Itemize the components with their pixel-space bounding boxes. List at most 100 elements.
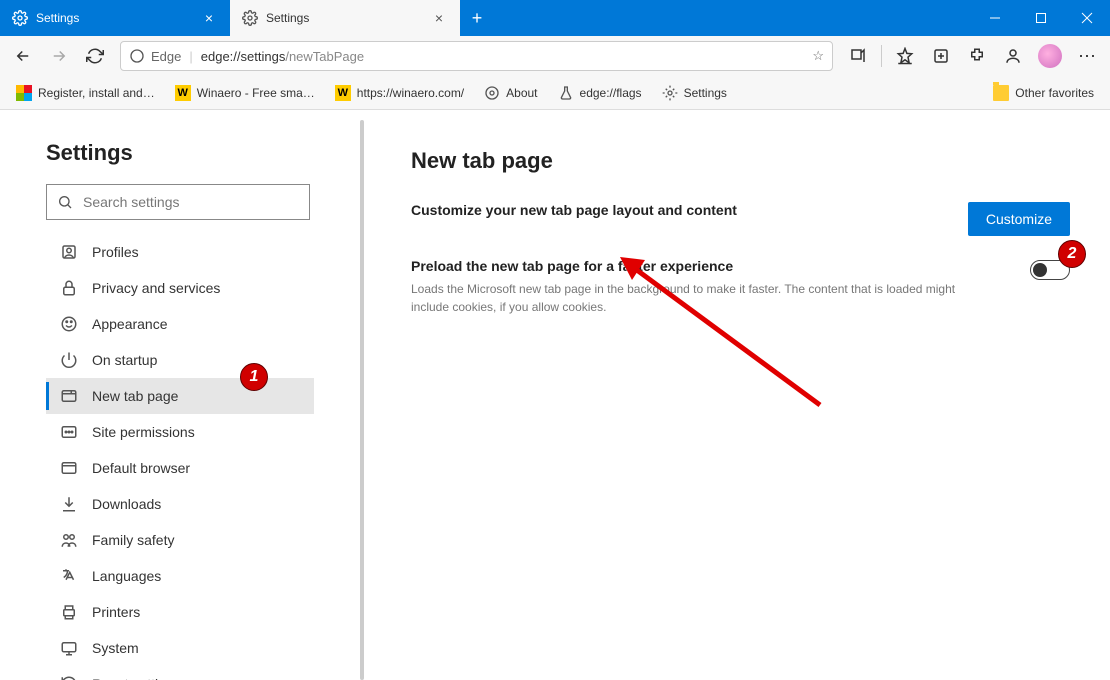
bookmark-label: Settings [684,86,727,100]
refresh-button[interactable] [78,40,112,72]
customize-title: Customize your new tab page layout and c… [411,202,948,218]
browser-icon [60,459,78,477]
nav-label: Languages [92,568,161,584]
family-icon [60,531,78,549]
url-text: edge://settings/newTabPage [201,49,364,64]
gear-icon [662,85,678,101]
flask-icon [558,85,574,101]
nav-appearance[interactable]: Appearance [46,306,314,342]
window-controls [972,0,1110,36]
bookmark-label: Winaero - Free sma… [197,86,315,100]
annotation-badge-1: 1 [240,363,268,391]
reset-icon [60,675,78,680]
address-bar[interactable]: Edge | edge://settings/newTabPage ☆ [120,41,833,71]
bookmark-label: Register, install and… [38,86,155,100]
settings-nav: Profiles Privacy and services Appearance… [46,234,314,680]
bookmark-label: https://winaero.com/ [357,86,464,100]
nav-label: Appearance [92,316,168,332]
browser-tab-active[interactable]: Settings × [230,0,460,36]
bookmark-item[interactable]: Register, install and… [8,81,163,105]
tab-title: Settings [266,11,309,25]
search-settings-input[interactable]: Search settings [46,184,310,220]
new-tab-button[interactable]: + [460,0,494,36]
gear-icon [242,10,258,26]
lock-icon [60,279,78,297]
annotation-arrow [610,245,830,415]
nav-startup[interactable]: On startup [46,342,314,378]
maximize-button[interactable] [1018,0,1064,36]
annotation-badge-2: 2 [1058,240,1086,268]
nav-profiles[interactable]: Profiles [46,234,314,270]
favorite-star-button[interactable]: ☆ [812,48,824,64]
nav-downloads[interactable]: Downloads [46,486,314,522]
bookmark-item[interactable]: edge://flags [550,81,650,105]
search-icon [57,194,73,210]
site-icon: W [335,85,351,101]
power-icon [60,351,78,369]
nav-reset-settings[interactable]: Reset settings [46,666,314,680]
collections-button[interactable] [924,40,958,72]
nav-label: Privacy and services [92,280,220,296]
folder-icon [993,85,1009,101]
bookmark-item[interactable]: Whttps://winaero.com/ [327,81,472,105]
browser-tab-inactive[interactable]: Settings × [0,0,230,36]
customize-button[interactable]: Customize [968,202,1070,236]
gear-icon [12,10,28,26]
permissions-icon [60,423,78,441]
nav-label: Printers [92,604,140,620]
site-icon [16,85,32,101]
nav-label: Downloads [92,496,161,512]
title-bar: Settings × Settings × + [0,0,1110,36]
close-window-button[interactable] [1064,0,1110,36]
user-avatar[interactable] [1038,44,1062,68]
bookmarks-bar: Register, install and… W Winaero - Free s… [0,76,1110,110]
plus-icon: + [472,8,483,29]
bookmark-item[interactable]: About [476,81,545,105]
nav-languages[interactable]: Languages [46,558,314,594]
page-heading: New tab page [411,148,1070,174]
identity-label: Edge [151,49,181,64]
site-icon: W [175,85,191,101]
nav-label: Reset settings [92,676,181,680]
nav-system[interactable]: System [46,630,314,666]
customize-row: Customize your new tab page layout and c… [411,202,1070,236]
nav-new-tab-page[interactable]: New tab page [46,378,314,414]
system-icon [60,639,78,657]
download-icon [60,495,78,513]
nav-label: System [92,640,139,656]
gear-icon [484,85,500,101]
back-button[interactable] [6,40,40,72]
nav-label: New tab page [92,388,178,404]
forward-button[interactable] [42,40,76,72]
tab-title: Settings [36,11,79,25]
nav-default-browser[interactable]: Default browser [46,450,314,486]
nav-label: Family safety [92,532,174,548]
nav-label: Default browser [92,460,190,476]
favorites-button[interactable] [888,40,922,72]
nav-printers[interactable]: Printers [46,594,314,630]
search-placeholder: Search settings [83,194,180,210]
bookmark-item[interactable]: Settings [654,81,735,105]
nav-label: On startup [92,352,157,368]
site-identity[interactable]: Edge [129,48,181,64]
send-to-devices-button[interactable] [841,40,875,72]
appearance-icon [60,315,78,333]
extensions-button[interactable] [960,40,994,72]
settings-heading: Settings [46,140,355,166]
nav-family-safety[interactable]: Family safety [46,522,314,558]
other-favorites-button[interactable]: Other favorites [985,81,1102,105]
bookmark-item[interactable]: W Winaero - Free sma… [167,81,323,105]
profile-button[interactable] [996,40,1030,72]
app-menu-button[interactable]: ⋯ [1070,40,1104,72]
printer-icon [60,603,78,621]
edge-icon [129,48,145,64]
nav-site-permissions[interactable]: Site permissions [46,414,314,450]
tab-close-button[interactable]: × [198,10,220,26]
nav-privacy[interactable]: Privacy and services [46,270,314,306]
bookmark-label: edge://flags [580,86,642,100]
separator [881,45,882,67]
minimize-button[interactable] [972,0,1018,36]
tab-close-button[interactable]: × [428,10,450,26]
browser-toolbar: Edge | edge://settings/newTabPage ☆ ⋯ [0,36,1110,76]
nav-label: Site permissions [92,424,195,440]
